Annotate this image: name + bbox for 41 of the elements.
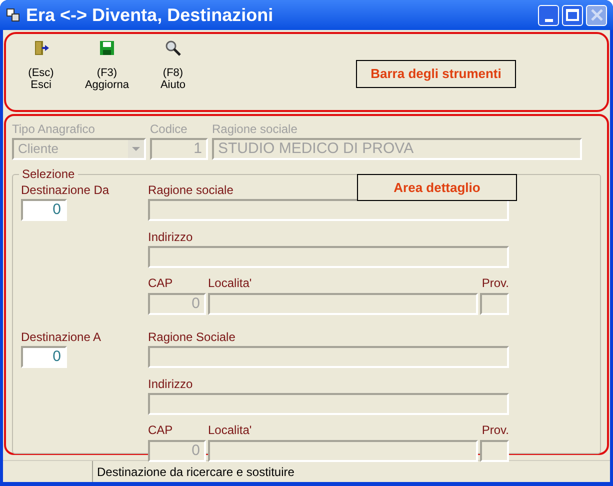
- annotation-label: Area dettaglio: [357, 174, 517, 201]
- locality-field[interactable]: [208, 293, 478, 315]
- text-field[interactable]: [148, 393, 509, 415]
- province-field[interactable]: [480, 293, 509, 315]
- field-label: Prov.: [482, 423, 509, 437]
- minimize-button[interactable]: [538, 4, 559, 26]
- number-field[interactable]: 0: [21, 199, 67, 221]
- door-exit-icon: [33, 40, 49, 56]
- field-label: Indirizzo: [148, 230, 193, 244]
- field-label: Ragione sociale: [148, 183, 234, 197]
- text-field[interactable]: [148, 199, 509, 221]
- groupbox-title: Selezione: [19, 167, 78, 181]
- annotation-label: Barra degli strumenti: [356, 60, 516, 88]
- field-label: Localita': [208, 423, 252, 437]
- field-label: Indirizzo: [148, 377, 193, 391]
- status-text: Destinazione da ricercare e sostituire: [96, 464, 296, 481]
- field-label: Ragione Sociale: [148, 330, 236, 344]
- toolbar-button[interactable]: (Esc) Esci: [16, 40, 66, 91]
- maximize-button[interactable]: [562, 4, 583, 26]
- toolbar-button[interactable]: (F8) Aiuto: [148, 40, 198, 91]
- locality-field[interactable]: [208, 440, 478, 462]
- minimize-icon: [544, 18, 552, 22]
- field-label: Tipo Anagrafico: [12, 122, 95, 136]
- magnifier-icon: [165, 40, 181, 56]
- window-title: Era <-> Diventa, Destinazioni: [26, 4, 274, 26]
- field-label: CAP: [148, 423, 173, 437]
- toolbar-button[interactable]: (F3) Aggiorna: [82, 40, 132, 91]
- field-label: Localita': [208, 276, 252, 290]
- text-field[interactable]: [148, 246, 509, 268]
- field-label: Prov.: [482, 276, 509, 290]
- field-label: Destinazione Da: [21, 183, 110, 197]
- field-label: Codice: [150, 122, 188, 136]
- maximize-icon: [566, 9, 579, 21]
- number-field[interactable]: 0: [21, 346, 67, 368]
- field-label: Ragione sociale: [212, 122, 298, 136]
- window-icon: [6, 8, 20, 22]
- close-icon: [590, 8, 604, 22]
- text-field[interactable]: [148, 346, 509, 368]
- field-label: CAP: [148, 276, 173, 290]
- province-field[interactable]: [480, 440, 509, 462]
- field-label: Destinazione A: [21, 330, 102, 344]
